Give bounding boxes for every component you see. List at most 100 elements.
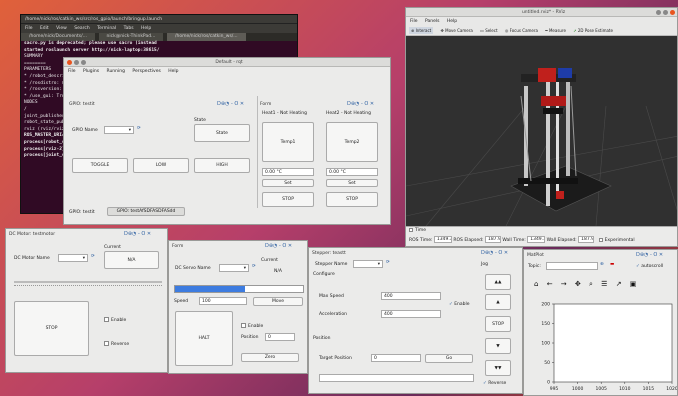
terminal-menu-view[interactable]: View (56, 26, 67, 31)
rqt-menu-file[interactable]: File (68, 69, 76, 74)
dc-motor-window[interactable]: DC Motor: testmotor D⊕◔ - O ✕ Current DC… (5, 228, 168, 373)
terminal-tab-2[interactable]: nick@nick-ThinkPad... (98, 33, 164, 41)
rviz-menu-file[interactable]: File (410, 19, 418, 24)
close-icon[interactable] (67, 60, 72, 65)
zoom-icon[interactable]: ⌕ (589, 280, 593, 288)
minimize-icon[interactable] (74, 60, 79, 65)
matplot-window[interactable]: MatPlot D⊕◔ - O ✕ Topic: ⊕ ▬ ✓ autoscrol… (523, 249, 678, 396)
save-icon[interactable]: ▣ (630, 280, 637, 288)
terminal-menu-tabs[interactable]: Tabs (124, 26, 134, 31)
stepper-accel-input[interactable]: 400 (381, 310, 441, 318)
rviz-3d-view[interactable] (406, 36, 678, 226)
stepper-name-dropdown[interactable]: ▾ (353, 260, 383, 268)
stepper-jog-down-fast-button[interactable]: ▼▼ (485, 360, 511, 376)
rviz-menu-panels[interactable]: Panels (425, 19, 439, 24)
matplot-panel-controls[interactable]: D⊕◔ - O ✕ (636, 252, 663, 258)
tool-move-camera[interactable]: ✥ Move Camera (441, 28, 473, 33)
rqt-menu-help[interactable]: Help (168, 69, 178, 74)
servo-position-input[interactable]: 0 (265, 333, 295, 341)
refresh-icon[interactable]: ⟳ (252, 264, 256, 269)
servo-panel-controls[interactable]: D⊕◔ - O ✕ (265, 243, 292, 249)
stepper-max-speed-input[interactable]: 400 (381, 292, 441, 300)
rviz-titlebar[interactable]: untitled.rviz* - RViz (406, 8, 677, 17)
stepper-target-input[interactable]: 0 (371, 354, 421, 362)
stepper-stop-button[interactable]: STOP (485, 316, 511, 332)
dc-motor-panel-controls[interactable]: D⊕◔ - O ✕ (124, 231, 151, 237)
temp2-setpoint-input[interactable]: 0.00 °C (326, 168, 378, 176)
gpio-low-button[interactable]: LOW (133, 158, 189, 173)
terminal-menu-help[interactable]: Help (141, 26, 151, 31)
gpio-name-dropdown[interactable]: ▾ (104, 126, 134, 134)
stepper-enable-checkbox[interactable]: ✓ Enable (449, 302, 470, 307)
maximize-icon[interactable] (663, 10, 668, 15)
tool-measure[interactable]: ═ Measure (545, 28, 566, 33)
servo-zero-button[interactable]: Zero (241, 353, 299, 362)
stepper-jog-down-button[interactable]: ▼ (485, 338, 511, 354)
heat2-stop-button[interactable]: STOP (326, 192, 378, 207)
terminal-tab-1[interactable]: /home/nick/Documents/... (21, 33, 95, 41)
stepper-jog-up-fast-button[interactable]: ▲▲ (485, 274, 511, 290)
terminal-menu-file[interactable]: File (25, 26, 33, 31)
gpio-toggle-button[interactable]: TOGGLE (72, 158, 128, 173)
heat1-stop-button[interactable]: STOP (262, 192, 314, 207)
dc-motor-stop-button[interactable]: STOP (14, 301, 89, 356)
terminal-tab-3[interactable]: /home/nick/ros/catkin_ws/... (166, 33, 246, 41)
rqt-menu-perspectives[interactable]: Perspectives (132, 69, 160, 74)
stepper-panel-controls[interactable]: D⊕◔ - O ✕ (481, 250, 508, 256)
terminal-titlebar[interactable]: /home/nick/ros/catkin_ws/src/ros_gpio/la… (21, 15, 297, 24)
back-icon[interactable]: ← (547, 280, 553, 288)
servo-window[interactable]: Form D⊕◔ - O ✕ Current DC Servo Name ▾ ⟳… (168, 240, 308, 374)
plot-chart[interactable]: 200 150 100 50 0995 1000 1005 1010 1015 1020 (524, 298, 678, 396)
refresh-icon[interactable]: ⟳ (386, 260, 390, 265)
dc-motor-reverse-checkbox[interactable]: Reverse (104, 341, 129, 347)
servo-name-dropdown[interactable]: ▾ (219, 264, 249, 272)
gpio-state-button[interactable]: State (194, 124, 250, 142)
gpio-panel-controls[interactable]: D⊕◔ - O ✕ (217, 101, 244, 107)
servo-move-button[interactable]: Move (253, 297, 303, 306)
edit-axes-icon[interactable]: ↗ (616, 280, 622, 288)
gpio-footer-tab[interactable]: GPIO: testAfSDFASDFASdd (107, 207, 185, 216)
terminal-menu-edit[interactable]: Edit (40, 26, 49, 31)
temp1-setpoint-input[interactable]: 0.00 °C (262, 168, 314, 176)
rviz-window[interactable]: untitled.rviz* - RViz File Panels Help ⊕… (405, 7, 678, 247)
minimize-icon[interactable] (656, 10, 661, 15)
rqt-titlebar[interactable]: Default - rqt (64, 58, 390, 67)
servo-speed-input[interactable]: 100 (199, 297, 247, 305)
home-icon[interactable]: ⌂ (534, 280, 538, 288)
experimental-checkbox[interactable] (598, 237, 603, 242)
pan-icon[interactable]: ✥ (575, 280, 581, 288)
refresh-icon[interactable]: ⟳ (137, 126, 141, 131)
autoscroll-checkbox[interactable]: ✓ autoscroll (636, 264, 663, 269)
stepper-jog-up-button[interactable]: ▲ (485, 294, 511, 310)
forward-icon[interactable]: → (561, 280, 567, 288)
topic-input[interactable] (546, 262, 598, 270)
rviz-menu-help[interactable]: Help (447, 19, 457, 24)
temp1-set-button[interactable]: Set (262, 179, 314, 187)
temp2-set-button[interactable]: Set (326, 179, 378, 187)
terminal-menu-search[interactable]: Search (74, 26, 89, 31)
dc-motor-name-dropdown[interactable]: ▾ (58, 254, 88, 262)
refresh-icon[interactable]: ⟳ (91, 254, 95, 259)
rqt-menu-plugins[interactable]: Plugins (83, 69, 99, 74)
maximize-icon[interactable] (81, 60, 86, 65)
terminal-menu-terminal[interactable]: Terminal (97, 26, 116, 31)
configure-icon[interactable]: ☰ (601, 280, 607, 288)
close-icon[interactable] (670, 10, 675, 15)
tool-select[interactable]: ▭ Select (480, 28, 497, 33)
stepper-window[interactable]: Stepper: teastt D⊕◔ - O ✕ Stepper Name ▾… (308, 247, 523, 394)
stepper-reverse-checkbox[interactable]: ✓ Reverse (483, 381, 506, 386)
dc-motor-enable-checkbox[interactable]: Enable (104, 317, 126, 323)
tool-focus-camera[interactable]: ◎ Focus Camera (505, 28, 538, 33)
tool-2d-pose-estimate[interactable]: ➚ 2D Pose Estimate (573, 28, 613, 33)
remove-topic-icon[interactable]: ▬ (610, 262, 614, 267)
servo-halt-button[interactable]: HALT (175, 311, 233, 366)
tool-interact[interactable]: ⊕ Interact (409, 27, 434, 34)
servo-enable-checkbox[interactable]: Enable (241, 323, 263, 329)
rqt-menu-running[interactable]: Running (107, 69, 125, 74)
rqt-window[interactable]: Default - rqt File Plugins Running Persp… (63, 57, 391, 225)
form-panel-controls[interactable]: D⊕◔ - O ✕ (347, 101, 374, 107)
dc-motor-speed-slider[interactable] (14, 281, 162, 283)
add-topic-icon[interactable]: ⊕ (600, 262, 604, 267)
stepper-go-button[interactable]: Go (425, 354, 473, 363)
gpio-high-button[interactable]: HIGH (194, 158, 250, 173)
